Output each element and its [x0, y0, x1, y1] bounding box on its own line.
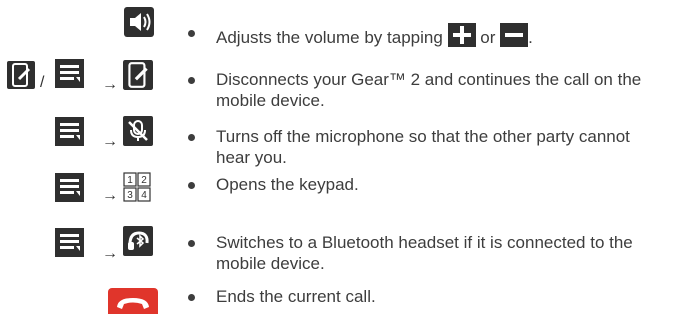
minus-icon: [500, 23, 529, 47]
or-text: or: [480, 28, 496, 47]
menu-icon: [55, 59, 84, 88]
arrow: →: [102, 245, 118, 262]
item-text: Adjusts the volume by tapping or .: [216, 23, 666, 48]
item-text: Opens the keypad.: [216, 175, 359, 194]
item-volume: Adjusts the volume by tapping or .: [0, 0, 679, 52]
item-mute: → Turns off the microphone so that the o…: [0, 112, 679, 167]
item-end-call: Ends the current call.: [0, 276, 679, 314]
item-text: Disconnects your Gear™ 2 and continues t…: [216, 70, 642, 110]
plus-icon: [447, 23, 476, 47]
item-text: Switches to a Bluetooth headset if it is…: [216, 233, 633, 273]
arrow: →: [102, 76, 118, 93]
bullet: [188, 240, 195, 247]
phone-handset-icon: [7, 61, 35, 89]
keypad-digit: 2: [141, 175, 147, 186]
arrow: →: [102, 187, 118, 204]
item-disconnect: / → Disconnects your Gear™ 2 and continu…: [0, 55, 679, 110]
arrow: →: [102, 133, 118, 150]
bullet: [188, 30, 195, 37]
keypad-digit: 3: [127, 190, 133, 201]
separator: /: [40, 74, 45, 91]
microphone-mute-icon: [123, 116, 153, 146]
bullet: [188, 294, 195, 301]
bullet: [188, 77, 195, 84]
item-text: Ends the current call.: [216, 287, 376, 306]
keypad-icon: 1 2 3 4: [123, 172, 151, 202]
bluetooth-headset-icon: [123, 226, 153, 256]
menu-icon: [55, 173, 84, 202]
menu-icon: [55, 117, 84, 146]
volume-icon: [124, 7, 154, 37]
bullet: [188, 182, 195, 189]
period-text: .: [528, 28, 533, 47]
item-text: Turns off the microphone so that the oth…: [216, 127, 630, 167]
item-keypad: → 1 2 3 4 Opens the keypad.: [0, 168, 679, 212]
bullet: [188, 134, 195, 141]
menu-icon: [55, 228, 84, 257]
end-call-icon: [108, 288, 158, 314]
volume-text: Adjusts the volume by tapping: [216, 28, 443, 47]
phone-handset-icon: [123, 60, 153, 90]
keypad-digit: 4: [141, 190, 147, 201]
item-bluetooth: → Switches to a Bluetooth headset if it …: [0, 224, 679, 274]
keypad-digit: 1: [127, 175, 133, 186]
